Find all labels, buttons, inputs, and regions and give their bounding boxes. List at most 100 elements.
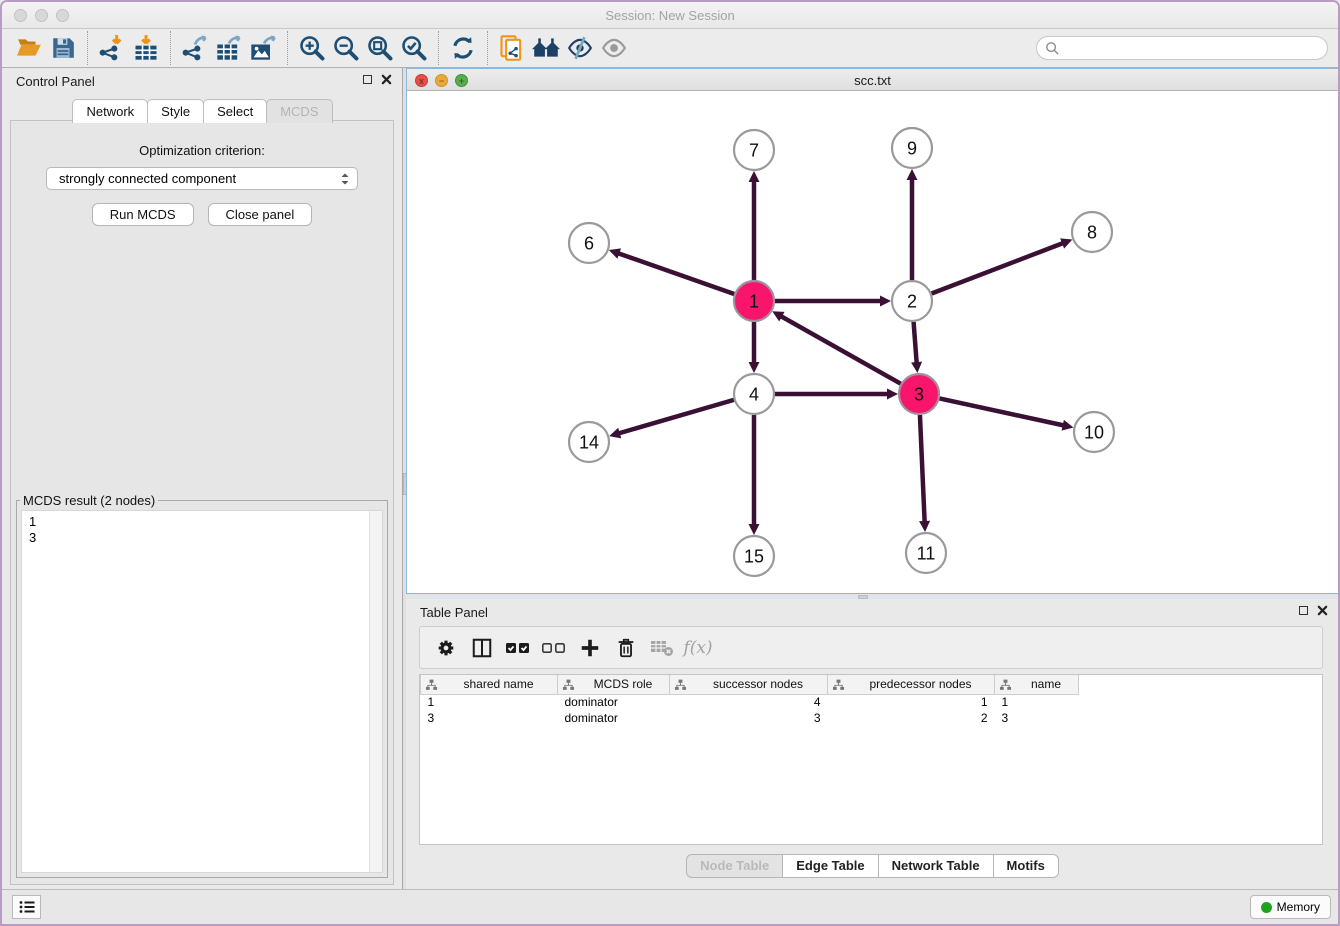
graph-edge-arrow	[887, 389, 898, 400]
function-builder-icon[interactable]: f(x)	[680, 631, 716, 665]
graph-edge-2-3[interactable]	[914, 322, 917, 364]
table-cell[interactable]: 3	[421, 710, 558, 726]
close-table-panel-icon[interactable]	[1317, 605, 1328, 616]
zoom-in-icon[interactable]	[295, 32, 329, 64]
deselect-all-icon[interactable]	[536, 631, 572, 665]
float-panel-icon[interactable]	[363, 75, 372, 84]
search-box	[1036, 36, 1328, 60]
main-toolbar	[2, 29, 1338, 68]
column-header-MCDS-role[interactable]: MCDS role	[558, 675, 670, 694]
table-settings-gear-icon[interactable]	[428, 631, 464, 665]
column-header-shared-name[interactable]: shared name	[421, 675, 558, 694]
network-graph[interactable]: 7968124314101511	[407, 92, 1338, 594]
float-table-panel-icon[interactable]	[1299, 606, 1308, 615]
add-column-icon[interactable]	[572, 631, 608, 665]
zoom-fit-icon[interactable]	[363, 32, 397, 64]
control-panel-tabs: NetworkStyleSelectMCDS	[2, 99, 402, 123]
mcds-result-group: MCDS result (2 nodes) 13	[16, 493, 388, 878]
zoom-selected-icon[interactable]	[397, 32, 431, 64]
toolbar-separator	[170, 31, 171, 65]
table-cell[interactable]: 3	[670, 710, 828, 726]
graph-edge-1-6[interactable]	[617, 253, 734, 294]
table-cell[interactable]: 1	[828, 694, 995, 710]
tab-select[interactable]: Select	[203, 99, 267, 123]
import-network-icon[interactable]	[95, 32, 129, 64]
run-mcds-button[interactable]: Run MCDS	[92, 203, 194, 226]
export-table-icon[interactable]	[212, 32, 246, 64]
memory-button[interactable]: Memory	[1250, 895, 1331, 919]
search-icon	[1045, 41, 1060, 56]
column-header-predecessor-nodes[interactable]: predecessor nodes	[828, 675, 995, 694]
graph-edge-2-8[interactable]	[932, 243, 1064, 294]
window-titlebar: Session: New Session	[2, 2, 1338, 29]
column-type-icon	[674, 678, 687, 691]
node-table-header[interactable]: shared nameMCDS rolesuccessor nodesprede…	[421, 675, 1079, 694]
delete-column-icon[interactable]	[608, 631, 644, 665]
open-session-icon[interactable]	[12, 32, 46, 64]
tab-network[interactable]: Network	[72, 99, 148, 123]
search-input[interactable]	[1065, 41, 1319, 55]
export-image-icon[interactable]	[246, 32, 280, 64]
memory-label: Memory	[1277, 900, 1320, 914]
graph-edge-arrow	[749, 171, 760, 182]
graph-node-label: 9	[907, 138, 917, 158]
tab-mcds[interactable]: MCDS	[266, 99, 332, 123]
tab-motifs[interactable]: Motifs	[993, 854, 1059, 878]
save-session-icon[interactable]	[46, 32, 80, 64]
optimization-criterion-select[interactable]: strongly connected component	[46, 167, 358, 190]
tab-style[interactable]: Style	[147, 99, 204, 123]
hide-selected-icon[interactable]	[563, 32, 597, 64]
table-cell[interactable]: dominator	[558, 710, 670, 726]
table-cell[interactable]: 1	[421, 694, 558, 710]
table-cell[interactable]: 1	[995, 694, 1079, 710]
table-cell[interactable]: 2	[828, 710, 995, 726]
zoom-out-icon[interactable]	[329, 32, 363, 64]
apply-layout-icon[interactable]	[446, 32, 480, 64]
table-toolbar: f(x)	[419, 626, 1323, 669]
column-type-icon	[425, 678, 438, 691]
task-history-icon[interactable]	[12, 895, 41, 919]
table-row[interactable]: 3dominator323	[421, 710, 1079, 726]
network-view-window: x − + scc.txt 7968124314101511	[406, 68, 1339, 594]
application-window: Session: New Session	[0, 0, 1340, 926]
table-cell[interactable]: 4	[670, 694, 828, 710]
graph-edge-3-11[interactable]	[920, 415, 925, 523]
network-view-title: scc.txt	[407, 73, 1338, 88]
close-panel-button[interactable]: Close panel	[208, 203, 313, 226]
import-table-icon[interactable]	[129, 32, 163, 64]
close-panel-icon[interactable]	[381, 74, 392, 85]
control-panel-title: Control Panel	[16, 74, 95, 89]
tab-node-table[interactable]: Node Table	[686, 854, 783, 878]
graph-edge-3-1[interactable]	[780, 316, 901, 384]
show-all-icon[interactable]	[529, 32, 563, 64]
table-panel-tabs: Node TableEdge TableNetwork TableMotifs	[406, 854, 1338, 878]
table-cell[interactable]: dominator	[558, 694, 670, 710]
graph-node-label: 6	[584, 233, 594, 253]
delete-table-icon[interactable]	[644, 631, 680, 665]
graph-node-label: 10	[1084, 422, 1104, 442]
graph-edge-arrow	[919, 521, 930, 532]
result-scrollbar[interactable]	[369, 511, 382, 872]
clone-network-icon[interactable]	[495, 32, 529, 64]
graph-node-label: 3	[914, 384, 924, 404]
graph-node-label: 7	[749, 140, 759, 160]
graph-edge-arrow	[749, 524, 760, 535]
toolbar-separator	[438, 31, 439, 65]
table-cell[interactable]: 3	[995, 710, 1079, 726]
toolbar-separator	[87, 31, 88, 65]
tab-network-table[interactable]: Network Table	[878, 854, 994, 878]
column-header-name[interactable]: name	[995, 675, 1079, 694]
select-all-icon[interactable]	[500, 631, 536, 665]
tab-edge-table[interactable]: Edge Table	[782, 854, 878, 878]
export-network-icon[interactable]	[178, 32, 212, 64]
mcds-result-title: MCDS result (2 nodes)	[20, 493, 158, 508]
mcds-result-list[interactable]: 13	[21, 510, 383, 873]
table-row[interactable]: 1dominator411	[421, 694, 1079, 710]
column-visibility-icon[interactable]	[464, 631, 500, 665]
network-view-titlebar[interactable]: x − + scc.txt	[407, 69, 1338, 91]
column-header-successor-nodes[interactable]: successor nodes	[670, 675, 828, 694]
network-canvas[interactable]: 7968124314101511	[407, 92, 1338, 593]
graph-edge-3-10[interactable]	[940, 398, 1065, 425]
graph-edge-4-14[interactable]	[618, 400, 734, 434]
show-hidden-icon[interactable]	[597, 32, 631, 64]
